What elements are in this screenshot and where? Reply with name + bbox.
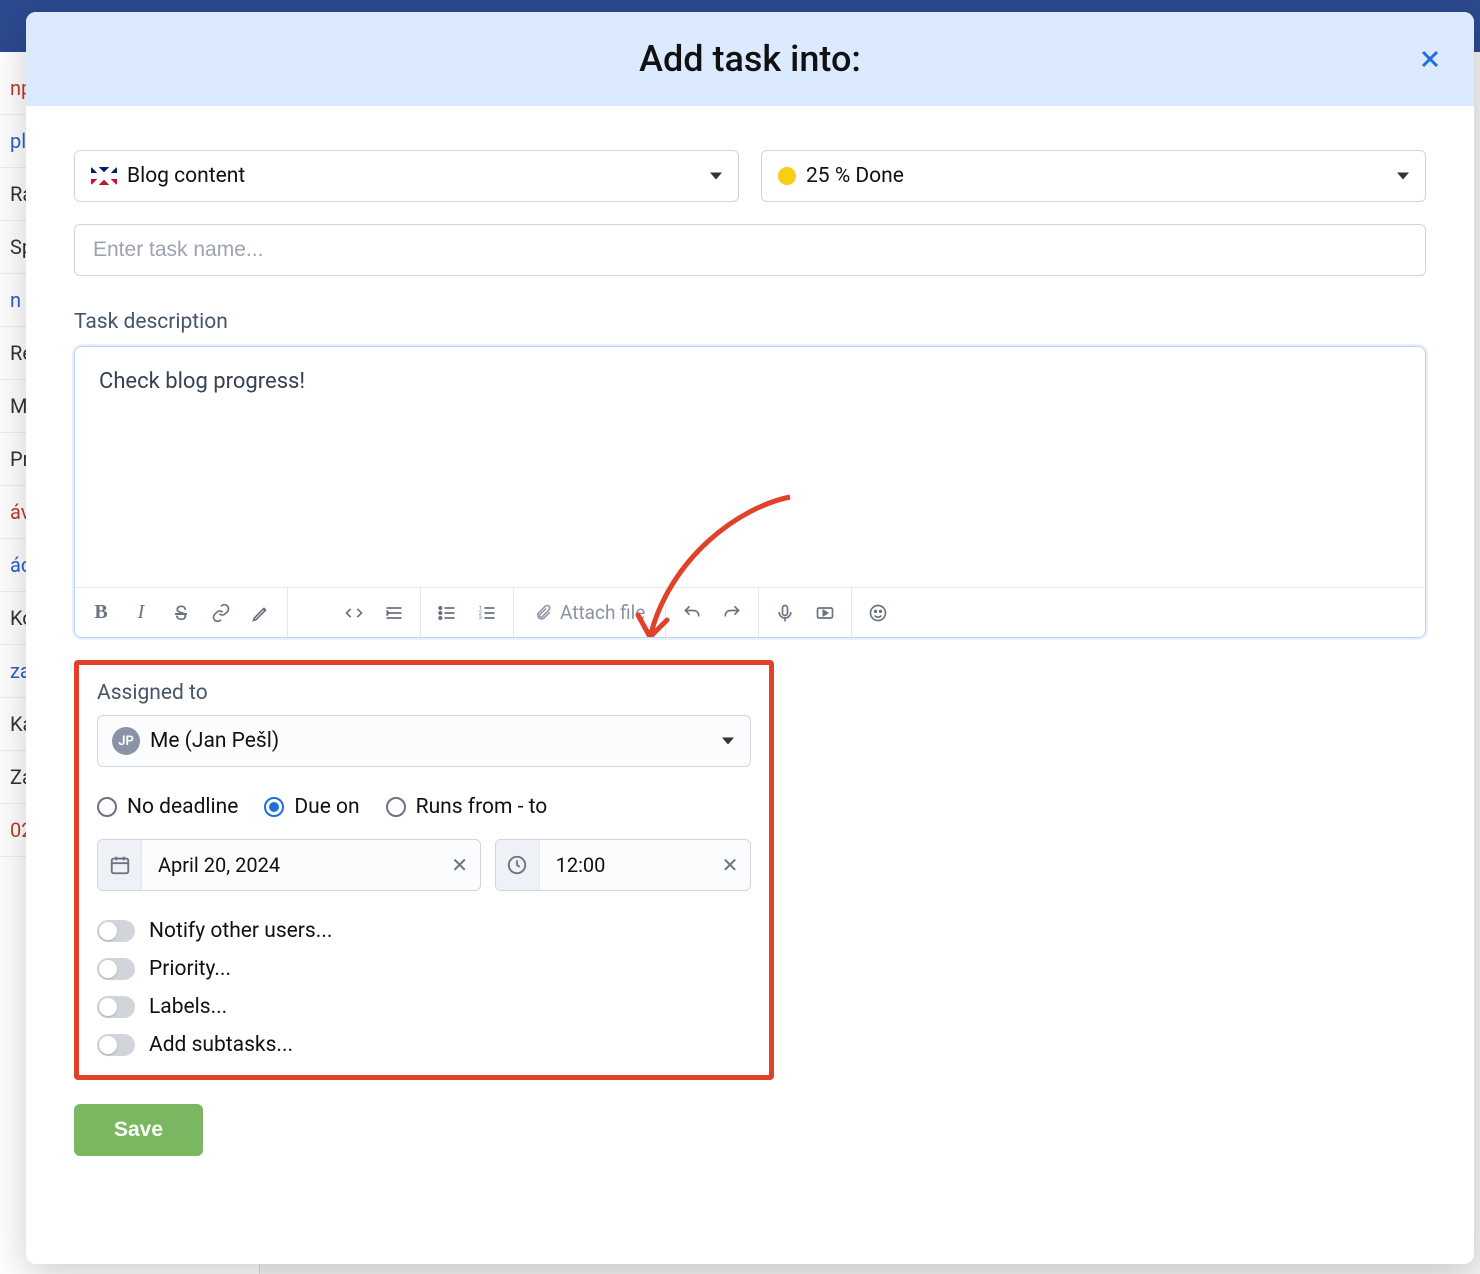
toggle-labels-label: Labels...	[149, 995, 227, 1019]
time-value: 12:00	[540, 853, 710, 877]
quote-icon	[304, 603, 324, 623]
emoji-button[interactable]	[858, 589, 898, 637]
save-button[interactable]: Save	[74, 1104, 203, 1156]
uk-flag-icon	[91, 167, 117, 185]
chevron-down-icon	[722, 738, 734, 745]
clear-time-button[interactable]: ✕	[710, 853, 750, 877]
attach-file-label: Attach file	[560, 601, 645, 624]
close-icon	[1418, 47, 1442, 71]
assignee-select[interactable]: JP Me (Jan Pešl)	[97, 715, 751, 767]
toggle-switch	[97, 920, 135, 942]
radio-icon	[97, 797, 117, 817]
svg-text:3: 3	[479, 615, 482, 621]
radio-icon	[386, 797, 406, 817]
chevron-down-icon	[1397, 173, 1409, 180]
toggle-priority[interactable]: Priority...	[97, 957, 751, 981]
bold-button[interactable]: B	[81, 589, 121, 637]
calendar-icon	[109, 854, 131, 876]
undo-icon	[682, 603, 702, 623]
assignment-highlight-box: Assigned to JP Me (Jan Pešl) No deadline…	[74, 660, 774, 1080]
list-ol-icon: 123	[477, 603, 497, 623]
assignee-name: Me (Jan Pešl)	[150, 729, 279, 753]
quote-button[interactable]	[294, 589, 334, 637]
status-dot-icon	[778, 167, 796, 185]
radio-icon	[264, 797, 284, 817]
toggle-subtasks-label: Add subtasks...	[149, 1033, 293, 1057]
clear-date-button[interactable]: ✕	[440, 853, 480, 877]
emoji-icon	[868, 603, 888, 623]
redo-button[interactable]	[712, 589, 752, 637]
undo-button[interactable]	[672, 589, 712, 637]
editor-toolbar: B I S 123	[75, 587, 1425, 637]
radio-no-deadline-label: No deadline	[127, 795, 238, 819]
radio-range-label: Runs from - to	[416, 795, 548, 819]
toggle-subtasks[interactable]: Add subtasks...	[97, 1033, 751, 1057]
datetime-row: April 20, 2024 ✕ 12:00 ✕	[97, 839, 751, 891]
description-label: Task description	[74, 310, 1426, 334]
toggle-switch	[97, 1034, 135, 1056]
description-editor: Check blog progress! B I S	[74, 346, 1426, 638]
close-button[interactable]	[1416, 45, 1444, 73]
modal-header: Add task into:	[26, 12, 1474, 106]
code-icon	[344, 603, 364, 623]
toggle-priority-label: Priority...	[149, 957, 231, 981]
video-icon	[815, 603, 835, 623]
time-field[interactable]: 12:00 ✕	[495, 839, 751, 891]
task-name-input[interactable]	[74, 224, 1426, 276]
radio-due-on-label: Due on	[294, 795, 359, 819]
chevron-down-icon	[710, 173, 722, 180]
microphone-button[interactable]	[765, 589, 805, 637]
attach-file-button[interactable]: Attach file	[520, 601, 659, 624]
add-task-modal: Add task into: Blog content 25 % Done	[26, 12, 1474, 1264]
toggle-switch	[97, 996, 135, 1018]
date-field[interactable]: April 20, 2024 ✕	[97, 839, 481, 891]
modal-title: Add task into:	[639, 38, 861, 80]
italic-button[interactable]: I	[121, 589, 161, 637]
ordered-list-button[interactable]: 123	[467, 589, 507, 637]
radio-due-on[interactable]: Due on	[264, 795, 359, 819]
list-ul-icon	[437, 603, 457, 623]
project-status-row: Blog content 25 % Done	[74, 150, 1426, 202]
deadline-radio-group: No deadline Due on Runs from - to	[97, 795, 751, 819]
date-value: April 20, 2024	[142, 853, 440, 877]
clock-icon	[506, 854, 528, 876]
avatar: JP	[112, 727, 140, 755]
paperclip-icon	[534, 604, 552, 622]
description-textarea[interactable]: Check blog progress!	[75, 347, 1425, 587]
radio-no-deadline[interactable]: No deadline	[97, 795, 238, 819]
strikethrough-button[interactable]: S	[161, 589, 201, 637]
modal-overlay: Add task into: Blog content 25 % Done	[0, 0, 1480, 1274]
redo-icon	[722, 603, 742, 623]
toggle-notify[interactable]: Notify other users...	[97, 919, 751, 943]
toggle-switch	[97, 958, 135, 980]
link-button[interactable]	[201, 589, 241, 637]
code-button[interactable]	[334, 589, 374, 637]
video-button[interactable]	[805, 589, 845, 637]
project-select-label: Blog content	[127, 164, 245, 188]
toggle-notify-label: Notify other users...	[149, 919, 332, 943]
status-select[interactable]: 25 % Done	[761, 150, 1426, 202]
radio-runs-from-to[interactable]: Runs from - to	[386, 795, 548, 819]
highlight-button[interactable]	[241, 589, 281, 637]
project-select[interactable]: Blog content	[74, 150, 739, 202]
pencil-icon	[251, 603, 271, 623]
assigned-to-label: Assigned to	[97, 681, 751, 705]
microphone-icon	[775, 603, 795, 623]
link-icon	[211, 603, 231, 623]
modal-body: Blog content 25 % Done Task description …	[26, 106, 1474, 1264]
status-select-label: 25 % Done	[806, 164, 904, 188]
indent-icon	[384, 603, 404, 623]
indent-button[interactable]	[374, 589, 414, 637]
toggle-labels[interactable]: Labels...	[97, 995, 751, 1019]
clock-icon-box	[496, 840, 540, 890]
calendar-icon-box	[98, 840, 142, 890]
unordered-list-button[interactable]	[427, 589, 467, 637]
toggles-section: Notify other users... Priority... Labels…	[97, 919, 751, 1057]
